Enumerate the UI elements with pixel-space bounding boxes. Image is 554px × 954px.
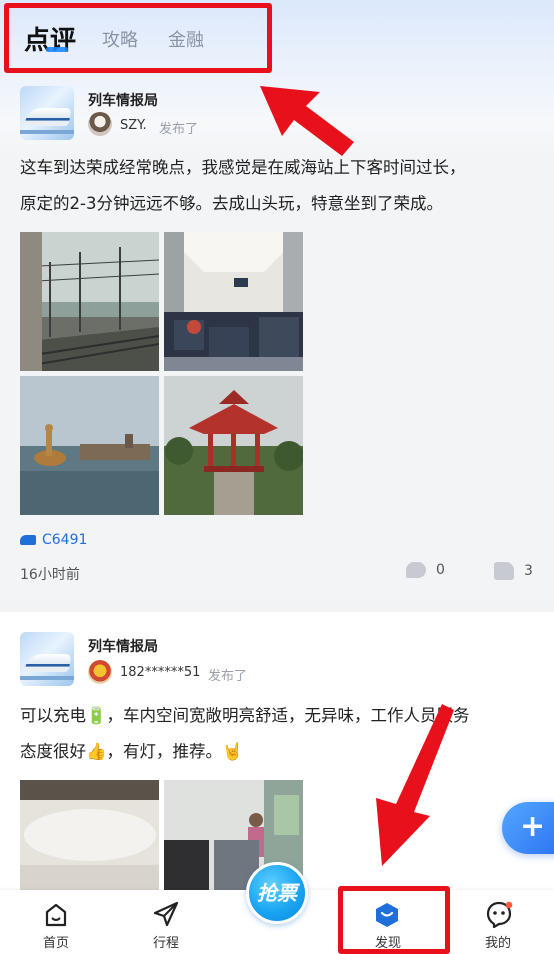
nav-label: 行程 [152, 936, 179, 951]
published-label: 发布了 [159, 122, 199, 137]
add-post-button[interactable]: + [502, 802, 554, 854]
post-photo-pillow[interactable] [20, 780, 159, 892]
post-photo-train-interior[interactable] [164, 232, 303, 371]
post-text[interactable]: 这车到达荣成经常晚点，我感觉是在威海站上下客时间过长， 原定的2-3分钟远远不够… [20, 150, 534, 222]
annotation-arrow-up [260, 86, 354, 156]
train-tag-row[interactable]: C6491 [20, 532, 534, 548]
nav-home[interactable]: 首页 [16, 890, 96, 954]
feed-divider [0, 600, 554, 610]
post-photo-pavilion[interactable] [164, 376, 303, 515]
user-avatar[interactable] [88, 660, 112, 684]
user-name[interactable]: SZY. [120, 118, 147, 133]
like-count: 3 [524, 563, 533, 579]
post-photo-sea-statue[interactable] [20, 376, 159, 515]
comment-button[interactable]: 0 [406, 562, 445, 578]
train-number-link[interactable]: C6491 [42, 532, 87, 548]
author-name[interactable]: 列车情报局 [88, 90, 158, 110]
nav-trips[interactable]: 行程 [126, 890, 206, 954]
post-card[interactable]: 列车情报局 182******51 发布了 可以充电🔋，车内空间宽敞明亮舒适，无… [0, 612, 554, 892]
post-text-line: 原定的2-3分钟远远不够。去成山头玩，特意坐到了荣成。 [20, 194, 443, 213]
annotation-highlight-tabs [4, 3, 272, 73]
comment-count: 0 [436, 562, 445, 578]
user-name[interactable]: 182******51 [120, 665, 200, 680]
annotation-highlight-discover [338, 886, 450, 954]
train-icon [20, 535, 36, 545]
post-photo-railway[interactable] [20, 232, 159, 371]
published-label: 发布了 [208, 669, 248, 684]
author-avatar[interactable] [20, 632, 74, 686]
profile-icon [486, 901, 513, 928]
post-footer: 16小时前 [20, 564, 534, 584]
home-icon [45, 903, 67, 927]
discover-page: 点评 攻略 金融 列车情报局 SZY. 发布了 这车到达荣成经常晚点，我感觉是在… [0, 0, 554, 954]
like-button[interactable]: 3 [494, 562, 533, 580]
nav-label: 我的 [484, 936, 511, 951]
grab-ticket-button[interactable]: 抢票 [246, 862, 308, 924]
nav-label: 首页 [42, 936, 69, 951]
paper-plane-icon [153, 901, 179, 927]
nav-profile[interactable]: 我的 [458, 890, 538, 954]
author-avatar[interactable] [20, 86, 74, 140]
grab-ticket-label: 抢票 [257, 881, 297, 905]
user-avatar[interactable] [88, 112, 112, 136]
annotation-arrow-down [376, 704, 454, 866]
post-time: 16小时前 [20, 567, 80, 583]
plus-icon: + [520, 809, 546, 844]
author-name[interactable]: 列车情报局 [88, 636, 158, 656]
comment-icon [406, 562, 426, 578]
thumbs-up-icon [494, 562, 514, 580]
